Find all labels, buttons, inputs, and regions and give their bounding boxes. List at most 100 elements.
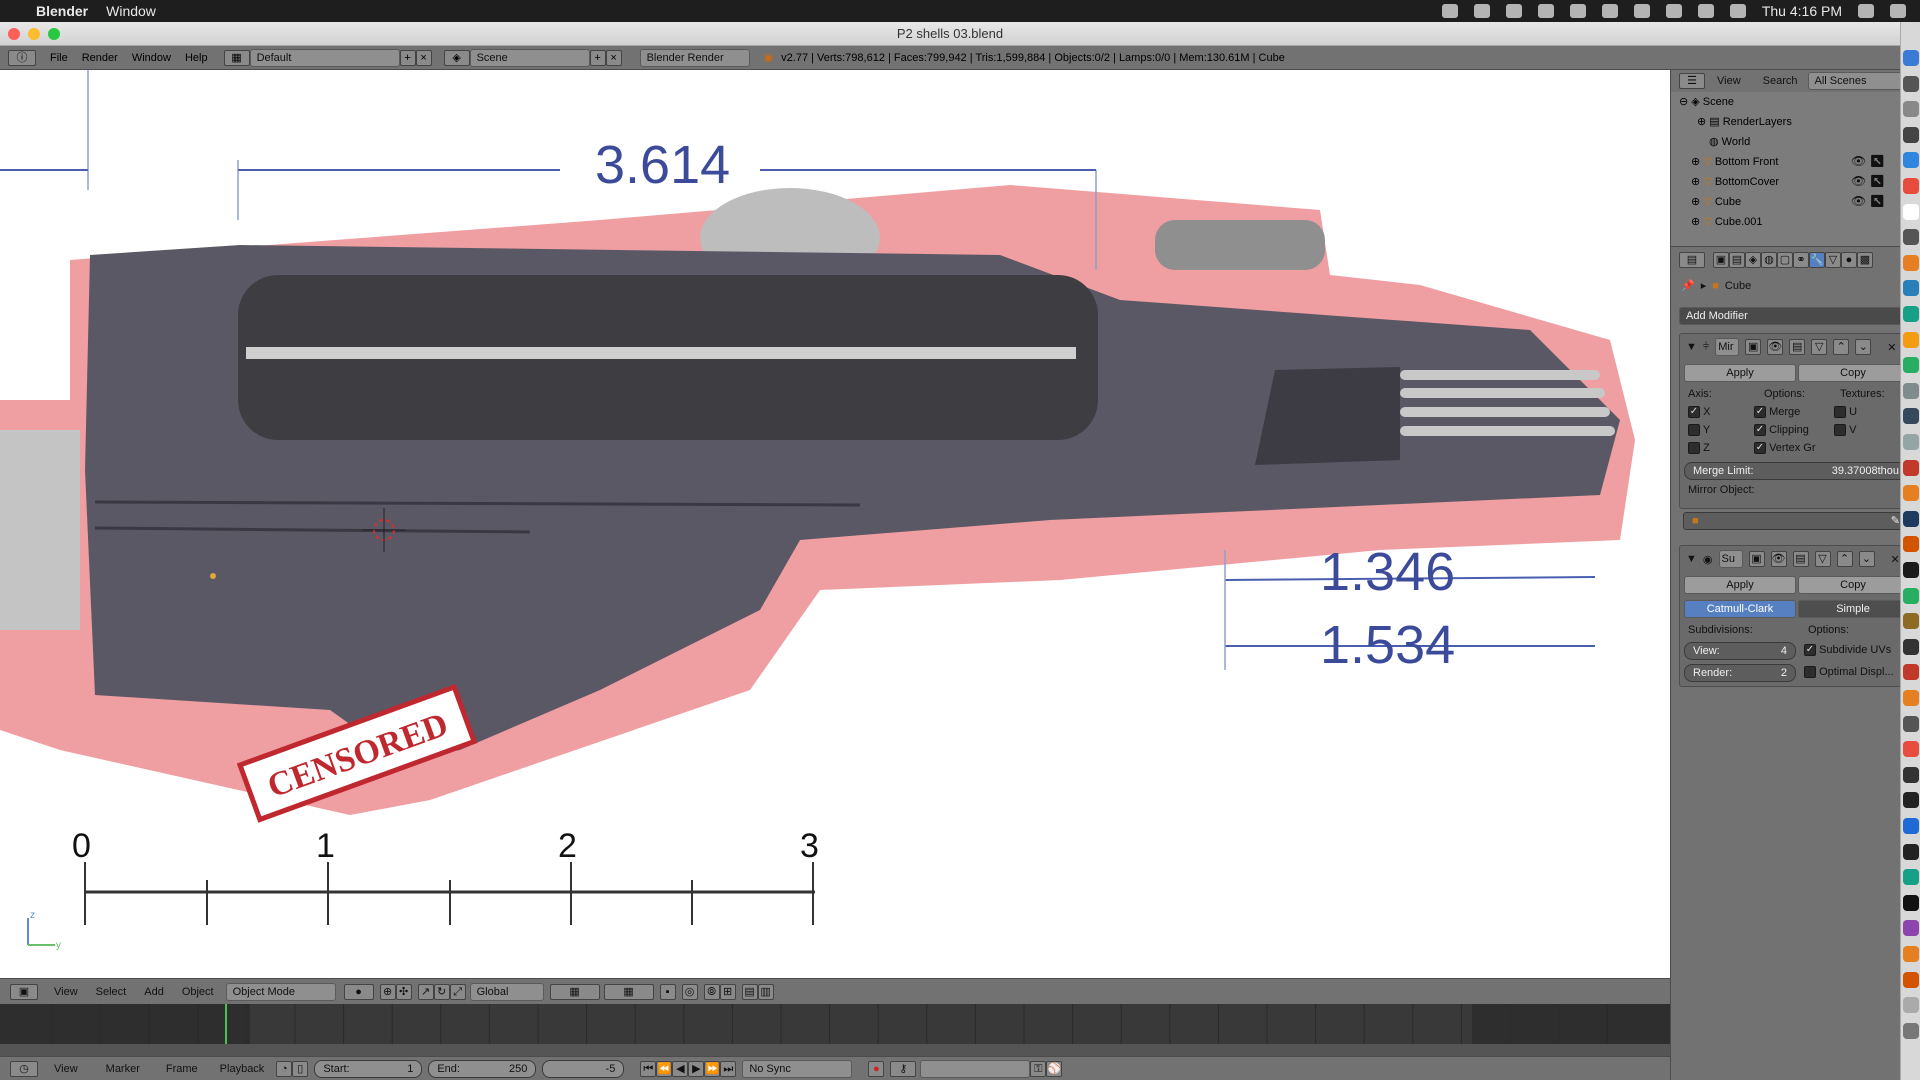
outliner-menu-search[interactable]: Search (1763, 75, 1798, 87)
texture-u-checkbox[interactable]: U (1834, 406, 1857, 419)
opengl-anim-icon[interactable]: ▥ (757, 983, 774, 1000)
tab-texture-icon[interactable]: ▩ (1857, 252, 1873, 268)
snap-icon[interactable]: ⦾ (703, 983, 720, 1000)
display-icon[interactable] (1697, 4, 1714, 18)
pivot-icon[interactable]: ⊕ (379, 983, 396, 1000)
rotate-icon[interactable]: ↻ (433, 983, 450, 1000)
simple-button[interactable]: Simple (1798, 600, 1908, 618)
bluetooth-icon[interactable] (1633, 4, 1650, 18)
dock-app-icon[interactable] (1903, 357, 1919, 374)
minimize-window-icon[interactable] (28, 28, 40, 40)
dock-app-icon[interactable] (1903, 101, 1919, 118)
outliner-item-bottom-front[interactable]: ⊕ ▽ Bottom Front (1691, 152, 1778, 172)
viewport-canvas[interactable]: 3.614 1.346 1.534 0 1 2 3 CENSORED z y (0, 70, 1670, 978)
editor-type-timeline-icon[interactable]: ◷ (10, 1060, 38, 1077)
dock-app-icon[interactable] (1903, 178, 1919, 194)
mac-clock[interactable]: Thu 4:16 PM (1762, 3, 1842, 19)
editor-type-properties-icon[interactable]: ▤ (1679, 252, 1705, 268)
timeline-menu-view[interactable]: View (54, 1063, 78, 1075)
keying-set-field[interactable] (920, 1059, 1031, 1078)
dock-app-icon[interactable] (1903, 331, 1919, 348)
viewport-toggle-icon[interactable]: 👁 (1767, 339, 1784, 355)
insert-keyframe-icon[interactable]: ⚿ (1030, 1060, 1047, 1077)
dock-app-icon[interactable] (1903, 254, 1919, 271)
eject-icon[interactable] (1601, 4, 1618, 18)
dock-app-icon[interactable] (1903, 997, 1919, 1014)
add-scene-icon[interactable]: + (589, 49, 606, 66)
editmode-toggle-icon[interactable]: ▤ (1789, 339, 1806, 355)
dock-app-icon[interactable] (1903, 869, 1919, 886)
dock-app-icon[interactable] (1903, 587, 1919, 604)
visibility-eye-icon[interactable]: 👁 ↖ (1851, 154, 1885, 168)
add-layout-icon[interactable]: + (399, 49, 416, 66)
render-toggle-icon[interactable]: ▣ (1745, 339, 1762, 355)
collapse-triangle-icon[interactable]: ▼ (1686, 341, 1697, 353)
menu-help[interactable]: Help (185, 52, 208, 64)
dock-app-icon[interactable] (1903, 562, 1919, 578)
dock-app-icon[interactable] (1903, 971, 1919, 988)
dock-app-icon[interactable] (1903, 75, 1919, 92)
axis-x-checkbox[interactable]: ✓ X (1688, 406, 1710, 419)
mirror-name-field[interactable]: Mir (1715, 338, 1740, 356)
editor-type-3d-icon[interactable]: ▣ (10, 983, 38, 1000)
orientation-selector[interactable]: Global (469, 982, 544, 1001)
tab-constraints-icon[interactable]: ⚭ (1793, 252, 1809, 268)
axis-z-checkbox[interactable]: Z (1688, 442, 1710, 455)
view3d-menu-object[interactable]: Object (182, 986, 214, 998)
tab-layers-icon[interactable]: ▤ (1729, 252, 1745, 268)
lock-layer-icon[interactable]: ▪ (659, 983, 676, 1000)
pin-icon[interactable]: 📌 (1681, 279, 1695, 292)
play-reverse-icon[interactable]: ◀ (672, 1060, 689, 1077)
3d-viewport[interactable]: 3.614 1.346 1.534 0 1 2 3 CENSORED z y (0, 70, 1670, 978)
mirror-copy-button[interactable]: Copy (1798, 364, 1908, 382)
jump-start-icon[interactable]: ⏮ (640, 1060, 657, 1077)
timemachine-icon[interactable] (1569, 4, 1586, 18)
tab-scene-icon[interactable]: ◈ (1745, 252, 1761, 268)
editor-type-outliner-icon[interactable]: ☰ (1679, 73, 1705, 89)
dock-app-icon[interactable] (1903, 536, 1919, 553)
dock-app-icon[interactable] (1903, 126, 1919, 143)
dock-app-icon[interactable] (1903, 306, 1919, 322)
tab-object-icon[interactable]: ▢ (1777, 252, 1793, 268)
visibility-eye-icon[interactable]: 👁 ↖ (1851, 174, 1885, 188)
render-engine-selector[interactable]: Blender Render (639, 48, 750, 67)
timeline-canvas[interactable]: -40-30-20-100102030405060708090100110120… (0, 1004, 1670, 1056)
timeline-area[interactable]: -40-30-20-100102030405060708090100110120… (0, 1004, 1670, 1056)
move-up-icon[interactable]: ⌃ (1833, 339, 1850, 355)
tab-material-icon[interactable]: ● (1841, 252, 1857, 268)
zoom-window-icon[interactable] (48, 28, 60, 40)
collapse-triangle-icon[interactable]: ▼ (1686, 553, 1697, 565)
notification-center-icon[interactable] (1890, 4, 1906, 18)
merge-checkbox[interactable]: ✓ Merge (1754, 406, 1800, 419)
outliner-menu-view[interactable]: View (1717, 75, 1741, 87)
outliner-item-scene[interactable]: ⊖ ◈ Scene (1679, 92, 1734, 112)
menu-file[interactable]: File (50, 52, 68, 64)
jump-key-forward-icon[interactable]: ⏩ (704, 1060, 721, 1077)
preview-range-icon[interactable]: ◔ (276, 1060, 293, 1077)
snap-element-icon[interactable]: ⊞ (719, 983, 736, 1000)
dock-app-icon[interactable] (1903, 1022, 1919, 1039)
dock-app-icon[interactable] (1903, 459, 1919, 476)
subsurf-name-field[interactable]: Su (1718, 550, 1743, 568)
move-down-icon[interactable]: ⌄ (1855, 339, 1872, 355)
proportional-icon[interactable]: ◎ (681, 983, 698, 1000)
wifi-icon[interactable] (1665, 4, 1682, 18)
dock-app-icon[interactable] (1903, 485, 1919, 502)
jump-key-back-icon[interactable]: ⏪ (656, 1060, 673, 1077)
dock-app-icon[interactable] (1903, 434, 1919, 450)
remove-modifier-icon[interactable]: ✕ (1891, 553, 1900, 566)
translate-icon[interactable]: ↗ (417, 983, 434, 1000)
optimal-display-checkbox[interactable]: Optimal Displ... (1804, 666, 1894, 679)
tab-world-icon[interactable]: ◍ (1761, 252, 1777, 268)
dock-app-icon[interactable] (1903, 280, 1919, 297)
viewport-toggle-icon[interactable]: 👁 (1770, 551, 1787, 567)
merge-limit-field[interactable]: Merge Limit: 39.37008thou (1684, 462, 1908, 480)
record-icon[interactable]: ● (868, 1060, 885, 1077)
catmull-clark-button[interactable]: Catmull-Clark (1684, 600, 1796, 618)
mirror-object-field[interactable]: ■ ✎ (1683, 512, 1909, 530)
dock-app-icon[interactable] (1903, 690, 1919, 706)
timeline-menu-marker[interactable]: Marker (106, 1063, 140, 1075)
dock-app-icon[interactable] (1903, 920, 1919, 937)
render-toggle-icon[interactable]: ▣ (1748, 551, 1765, 567)
scene-selector[interactable]: Scene (469, 48, 590, 67)
